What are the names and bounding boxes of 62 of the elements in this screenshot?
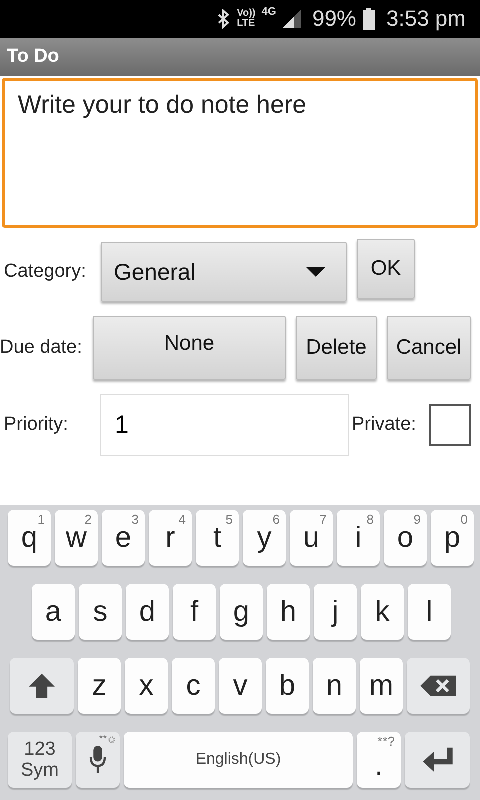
delete-button[interactable]: Delete (296, 316, 377, 380)
key-hint: 1 (38, 512, 45, 527)
key-hint: 7 (320, 512, 327, 527)
microphone-icon (89, 746, 107, 774)
shift-icon (28, 673, 56, 699)
key[interactable]: v (219, 658, 262, 714)
private-label: Private: (352, 414, 418, 436)
key-hint: 4 (178, 512, 186, 527)
space-key[interactable]: English(US) (124, 732, 353, 788)
key-hint: 3 (132, 512, 139, 527)
priority-label: Priority: (4, 414, 70, 436)
app-title: To Do (7, 46, 60, 68)
gear-icon (108, 736, 116, 744)
voice-key[interactable]: ** (76, 732, 120, 788)
key[interactable]: c (172, 658, 215, 714)
backspace-key[interactable] (407, 658, 470, 714)
key[interactable]: h (267, 584, 310, 640)
category-dropdown[interactable]: General (101, 242, 347, 302)
volte-label: Vo)) (237, 9, 256, 19)
key-hint: ** (99, 734, 107, 745)
backspace-icon (420, 675, 458, 697)
clock: 3:53 pm (386, 6, 466, 32)
key[interactable]: j (314, 584, 357, 640)
enter-key[interactable] (405, 732, 470, 788)
shift-key[interactable] (10, 658, 74, 714)
category-label: Category: (4, 261, 88, 283)
key[interactable]: d (126, 584, 169, 640)
private-checkbox[interactable] (429, 404, 471, 446)
key-hint: 9 (414, 512, 421, 527)
note-field[interactable]: Write your to do note here (2, 78, 478, 228)
key-hint: 5 (226, 512, 233, 527)
caret-icon (306, 267, 326, 277)
period-key[interactable]: . **? (357, 732, 401, 788)
symbols-key[interactable]: 123 Sym (8, 732, 72, 788)
due-date-label: Due date: (0, 337, 84, 359)
due-date-button[interactable]: None (93, 316, 286, 380)
key[interactable]: s (79, 584, 122, 640)
key-hint: 2 (84, 512, 92, 527)
bluetooth-icon (217, 9, 232, 29)
ok-button[interactable]: OK (357, 239, 415, 299)
key-hint: 8 (366, 512, 374, 527)
key[interactable]: f (173, 584, 216, 640)
key[interactable]: l (408, 584, 451, 640)
key[interactable]: b (266, 658, 309, 714)
key[interactable]: a (32, 584, 75, 640)
enter-icon (422, 747, 454, 773)
key[interactable]: x (125, 658, 168, 714)
key-hint: **? (378, 734, 395, 749)
battery-level: 99% (312, 6, 356, 32)
key[interactable]: k (361, 584, 404, 640)
network-label: 4G (262, 6, 276, 18)
lte-label: LTE (237, 19, 256, 29)
key[interactable]: z (78, 658, 121, 714)
key[interactable]: g (220, 584, 263, 640)
key-hint: 0 (460, 512, 468, 527)
battery-icon (362, 8, 374, 30)
key[interactable]: n (313, 658, 356, 714)
priority-field[interactable]: 1 (100, 394, 349, 456)
cancel-button[interactable]: Cancel (387, 316, 471, 380)
signal-icon (282, 9, 302, 29)
key-hint: 6 (272, 512, 280, 527)
key[interactable]: m (360, 658, 403, 714)
